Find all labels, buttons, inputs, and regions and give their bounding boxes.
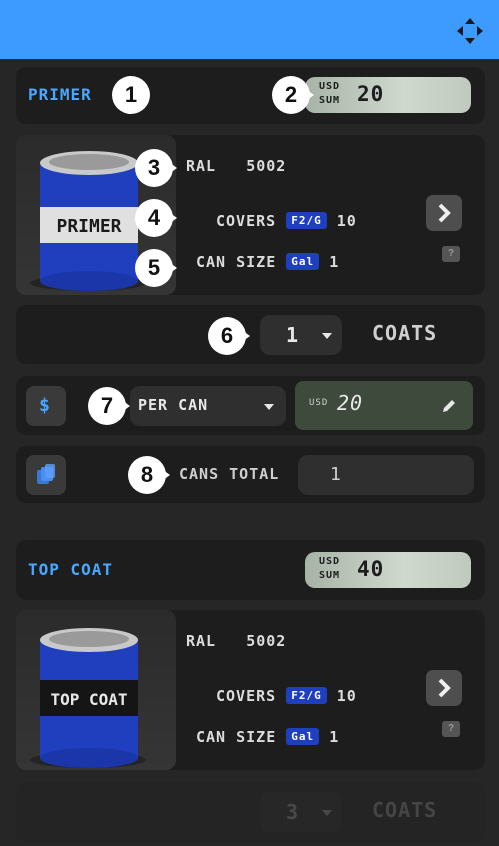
coats-value: 1 xyxy=(286,323,300,347)
chevron-right-icon xyxy=(438,203,451,223)
topcoat-sum-pill: USD SUM 40 xyxy=(305,552,471,588)
header-bar xyxy=(0,0,499,59)
topcoat-title: TOP COAT xyxy=(28,560,114,579)
price-mode-dropdown[interactable]: PER CAN xyxy=(130,386,286,426)
next-button[interactable] xyxy=(426,195,462,231)
help-button[interactable]: ? xyxy=(442,721,460,737)
caret-down-icon xyxy=(322,333,332,339)
paint-can-icon: TOP COAT xyxy=(30,628,146,768)
help-button[interactable]: ? xyxy=(442,246,460,262)
caret-down-icon xyxy=(322,810,332,816)
can-label: TOP COAT xyxy=(50,690,127,709)
ral-row: RAL 5002 xyxy=(186,157,287,175)
ral-row: RAL 5002 xyxy=(186,632,287,650)
dollar-icon: $ xyxy=(39,395,50,416)
topcoat-coats-card: 3 COATS xyxy=(16,782,485,842)
marker-3: 3 xyxy=(135,149,179,187)
price-mode-value: PER CAN xyxy=(138,396,209,414)
primer-title: PRIMER xyxy=(28,85,92,104)
covers-row: COVERS F2/G 10 xyxy=(216,212,357,230)
can-size-row: CAN SIZE Gal 1 xyxy=(196,253,340,271)
coats-label: COATS xyxy=(372,798,438,822)
primer-header: PRIMER USD SUM 20 xyxy=(16,67,485,124)
sum-value: 40 xyxy=(357,557,385,581)
stack-icon xyxy=(37,464,55,484)
marker-4: 4 xyxy=(135,199,179,237)
sum-label: SUM xyxy=(319,570,341,581)
marker-8: 8 xyxy=(128,456,172,494)
coats-dropdown[interactable]: 3 xyxy=(260,792,342,832)
primer-sum-pill: USD SUM 20 xyxy=(305,77,471,113)
cans-stack-button[interactable] xyxy=(26,455,66,495)
marker-7: 7 xyxy=(88,387,132,425)
coats-value: 3 xyxy=(286,800,300,824)
caret-down-icon xyxy=(264,404,274,410)
covers-row: COVERS F2/G 10 xyxy=(216,687,357,705)
can-size-row: CAN SIZE Gal 1 xyxy=(196,728,340,746)
price-value: 20 xyxy=(337,391,364,415)
marker-6: 6 xyxy=(208,317,252,355)
topcoat-header: TOP COAT USD SUM 40 xyxy=(16,540,485,600)
primer-price-card: $ PER CAN USD 20 xyxy=(16,376,485,435)
marker-1: 1 xyxy=(112,76,156,114)
marker-5: 5 xyxy=(135,249,179,287)
topcoat-product-card: TOP COAT RAL 5002 COVERS F2/G 10 CAN SIZ… xyxy=(16,610,485,770)
sum-label: SUM xyxy=(319,95,341,106)
coats-label: COATS xyxy=(372,321,438,345)
primer-product-card: PRIMER RAL 5002 COVERS F2/G 10 CAN SIZE … xyxy=(16,135,485,295)
currency-button[interactable]: $ xyxy=(26,386,66,426)
sum-value: 20 xyxy=(357,82,385,106)
topcoat-can-image: TOP COAT xyxy=(16,610,176,770)
move-arrows-icon[interactable] xyxy=(455,16,485,46)
sum-currency: USD xyxy=(319,81,341,92)
next-button[interactable] xyxy=(426,670,462,706)
chevron-right-icon xyxy=(438,678,451,698)
price-currency: USD xyxy=(309,398,329,408)
can-label: PRIMER xyxy=(56,216,121,237)
cans-total-field[interactable]: 1 xyxy=(298,455,474,495)
marker-2: 2 xyxy=(272,76,316,114)
sum-currency: USD xyxy=(319,556,341,567)
cans-total-value: 1 xyxy=(330,464,342,485)
primer-cans-total-card: CANS TOTAL 1 xyxy=(16,446,485,503)
coats-dropdown[interactable]: 1 xyxy=(260,315,342,355)
cans-total-label: CANS TOTAL xyxy=(179,465,280,483)
pencil-icon[interactable] xyxy=(441,398,457,414)
price-input[interactable]: USD 20 xyxy=(295,381,473,430)
